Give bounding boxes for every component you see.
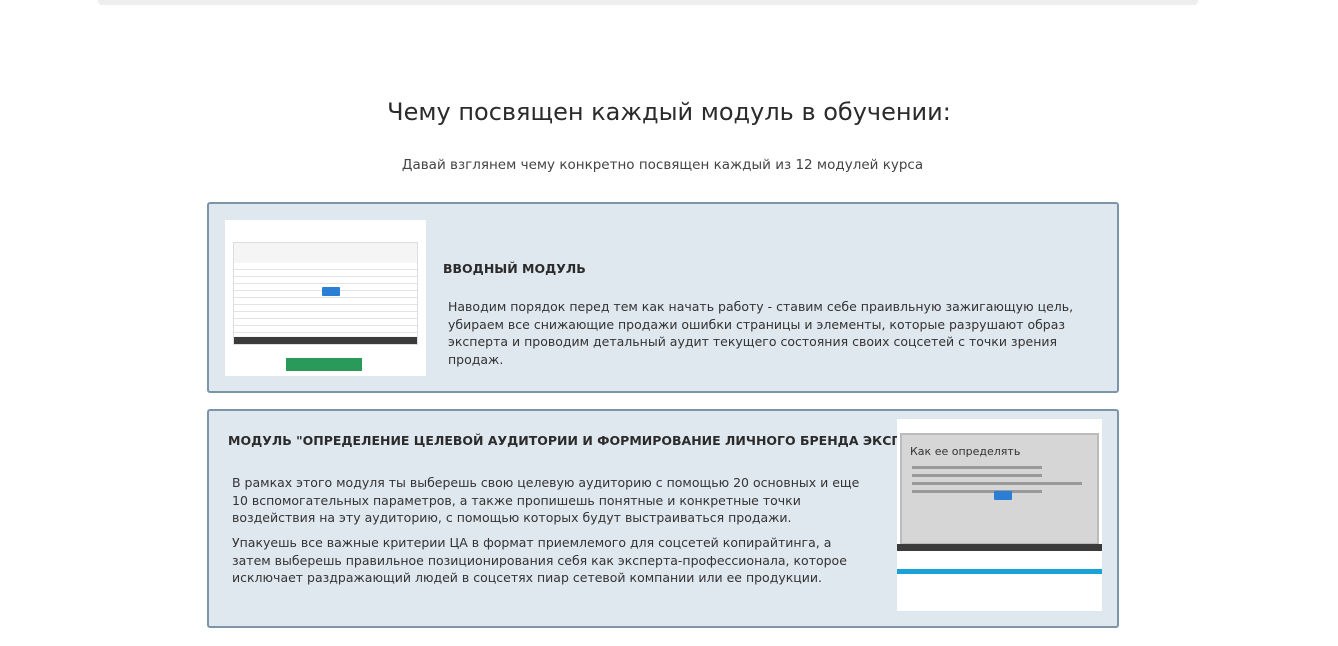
module-card-audience: МОДУЛЬ "ОПРЕДЕЛЕНИЕ ЦЕЛЕВОЙ АУДИТОРИИ И … [207,409,1119,628]
module-title: МОДУЛЬ "ОПРЕДЕЛЕНИЕ ЦЕЛЕВОЙ АУДИТОРИИ И … [228,433,945,448]
spreadsheet-preview [233,242,418,345]
module-description: В рамках этого модуля ты выберешь свою ц… [232,475,860,525]
top-bar [98,0,1198,5]
green-button-preview [286,358,362,371]
video-thumbnail-slide[interactable]: Как ее определять [897,419,1102,611]
play-icon[interactable] [994,491,1012,500]
video-thumbnail-spreadsheet[interactable] [225,220,426,376]
play-icon[interactable] [322,287,340,296]
page-subtitle: Давай взглянем чему конкретно посвящен к… [401,157,924,173]
module-description: Наводим порядок перед тем как начать раб… [448,299,1074,367]
module-title: ВВОДНЫЙ МОДУЛЬ [443,261,586,276]
video-controls[interactable] [234,337,417,344]
page-title: Чему посвящен каждый модуль в обучении: [387,98,951,126]
module-card-intro: ВВОДНЫЙ МОДУЛЬ Наводим порядок перед тем… [207,202,1119,393]
slide-title: Как ее определять [910,445,1021,458]
slide-preview: Как ее определять [900,433,1099,545]
app-toolbar-preview [897,569,1102,574]
module-description: Упакуешь все важные критерии ЦА в формат… [232,535,847,585]
video-controls[interactable] [897,544,1102,551]
